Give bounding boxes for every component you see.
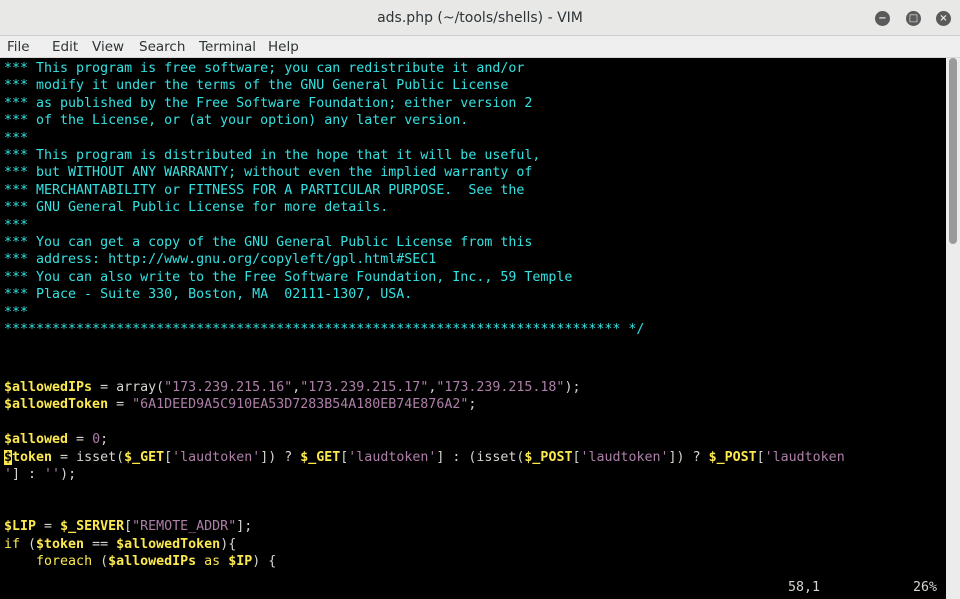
code-variable: $_GET <box>300 449 341 465</box>
code-text: ]; <box>236 519 253 535</box>
code-text: = <box>36 519 61 535</box>
code-variable: $allowedToken <box>116 536 221 552</box>
code-text: = <box>68 432 93 448</box>
comment-line: *** You can also write to the Free Softw… <box>4 269 573 285</box>
code-text: = isset( <box>52 449 125 465</box>
code-variable: $allowedToken <box>4 397 109 413</box>
code-variable: $allowedIPs <box>108 554 197 569</box>
close-button[interactable]: × <box>936 11 951 26</box>
code-text: ); <box>60 467 77 482</box>
code-line-allowed-ips: $allowedIPs = array("173.239.215.16","17… <box>4 379 580 396</box>
code-string: 'laudtoken' <box>348 449 437 465</box>
code-text: ){ <box>220 536 237 552</box>
comment-line: *** modify it under the terms of the GNU… <box>4 78 509 94</box>
code-string: "REMOTE_ADDR" <box>132 519 237 535</box>
menu-file[interactable]: File <box>7 36 30 58</box>
code-variable: $_POST <box>524 449 573 465</box>
code-line-allowed: $allowed = 0; <box>4 431 108 448</box>
code-keyword: foreach <box>36 554 93 569</box>
comment-line: *** <box>4 304 29 320</box>
menu-edit[interactable]: Edit <box>52 36 78 58</box>
code-text: ( <box>92 554 109 569</box>
text-cursor: $ <box>4 449 13 465</box>
code-variable: $token <box>36 536 85 552</box>
code-string: "173.239.215.18" <box>436 380 565 395</box>
title-bar: ads.php (~/tools/shells) - VIM − □ × <box>0 0 960 36</box>
code-line-allowed-token: $allowedToken = "6A1DEED9A5C910EA53D7283… <box>4 396 476 413</box>
comment-line: *** Place - Suite 330, Boston, MA 02111-… <box>4 287 413 303</box>
code-text: = array( <box>92 380 165 395</box>
code-keyword: as <box>196 554 229 569</box>
code-variable: $LIP <box>4 519 37 535</box>
menu-bar: File Edit View Search Terminal Help <box>0 36 960 58</box>
comment-line: *** but WITHOUT ANY WARRANTY; without ev… <box>4 165 533 181</box>
window-title: ads.php (~/tools/shells) - VIM <box>377 10 583 26</box>
code-line-if: if ($token == $allowedToken){ <box>4 536 236 553</box>
code-line-token-wrap: '] : ''); <box>4 466 76 483</box>
code-text: == <box>84 536 117 552</box>
code-text: ]) ? <box>260 449 301 465</box>
menu-search[interactable]: Search <box>139 36 185 58</box>
code-string: 'laudtoken' <box>172 449 261 465</box>
comment-line: *** MERCHANTABILITY or FITNESS FOR A PAR… <box>4 182 525 198</box>
code-text: ); <box>564 380 581 395</box>
comment-line: *** as published by the Free Software Fo… <box>4 95 533 111</box>
comment-line: ****************************************… <box>4 322 645 337</box>
comment-line: *** This program is free software; you c… <box>4 61 525 76</box>
code-keyword: if <box>4 536 21 552</box>
menu-help[interactable]: Help <box>268 36 299 58</box>
comment-line: *** GNU General Public License for more … <box>4 200 389 216</box>
minimize-button[interactable]: − <box>875 11 890 26</box>
comment-line: *** This program is distributed in the h… <box>4 148 541 163</box>
comment-line: *** You can get a copy of the GNU Genera… <box>4 235 533 250</box>
cursor-position: 58,1 <box>788 580 821 595</box>
code-number: 0 <box>92 432 101 448</box>
code-text: ]) ? <box>668 449 709 465</box>
terminal-editor[interactable]: *** This program is free software; you c… <box>0 58 946 599</box>
code-text: ] : <box>12 467 45 482</box>
code-string: 'laudtoken <box>764 449 845 465</box>
code-text: ; <box>468 397 477 413</box>
code-string: "173.239.215.17" <box>300 380 429 395</box>
code-variable: $_SERVER <box>60 519 125 535</box>
code-string: "6A1DEED9A5C910EA53D7283B54A180EB74E876A… <box>132 397 469 413</box>
code-line-foreach: foreach ($allowedIPs as $IP) { <box>4 553 276 570</box>
code-variable: $allowed <box>4 432 69 448</box>
code-text: ) { <box>252 554 277 569</box>
comment-line: *** address: http://www.gnu.org/copyleft… <box>4 252 437 268</box>
code-variable: $IP <box>228 554 253 569</box>
comment-line: *** <box>4 217 29 233</box>
code-variable: $_POST <box>708 449 757 465</box>
comment-line: *** of the License, or (at your option) … <box>4 113 469 129</box>
code-text: [ <box>164 449 173 465</box>
code-variable: $allowedIPs <box>4 380 93 395</box>
code-line-token: $token = isset($_GET['laudtoken']) ? $_G… <box>4 449 845 466</box>
code-text: [ <box>124 519 133 535</box>
code-text: = <box>108 397 133 413</box>
maximize-button[interactable]: □ <box>906 11 921 26</box>
code-string: '' <box>44 467 61 482</box>
code-variable: token <box>12 449 53 465</box>
code-string: 'laudtoken' <box>580 449 669 465</box>
menu-view[interactable]: View <box>92 36 124 58</box>
scrollbar-thumb[interactable] <box>949 58 957 244</box>
code-text: [ <box>756 449 765 465</box>
code-text: ] : (isset( <box>436 449 525 465</box>
comment-line: *** <box>4 130 29 146</box>
code-text: ( <box>20 536 37 552</box>
code-text: ; <box>100 432 109 448</box>
vertical-scrollbar[interactable] <box>946 58 960 599</box>
code-variable: $_GET <box>124 449 165 465</box>
code-string: "173.239.215.16" <box>164 380 293 395</box>
code-line-lip: $LIP = $_SERVER["REMOTE_ADDR"]; <box>4 518 252 535</box>
menu-terminal[interactable]: Terminal <box>199 36 256 58</box>
scroll-percent: 26% <box>913 580 938 595</box>
code-string: ' <box>4 467 13 482</box>
